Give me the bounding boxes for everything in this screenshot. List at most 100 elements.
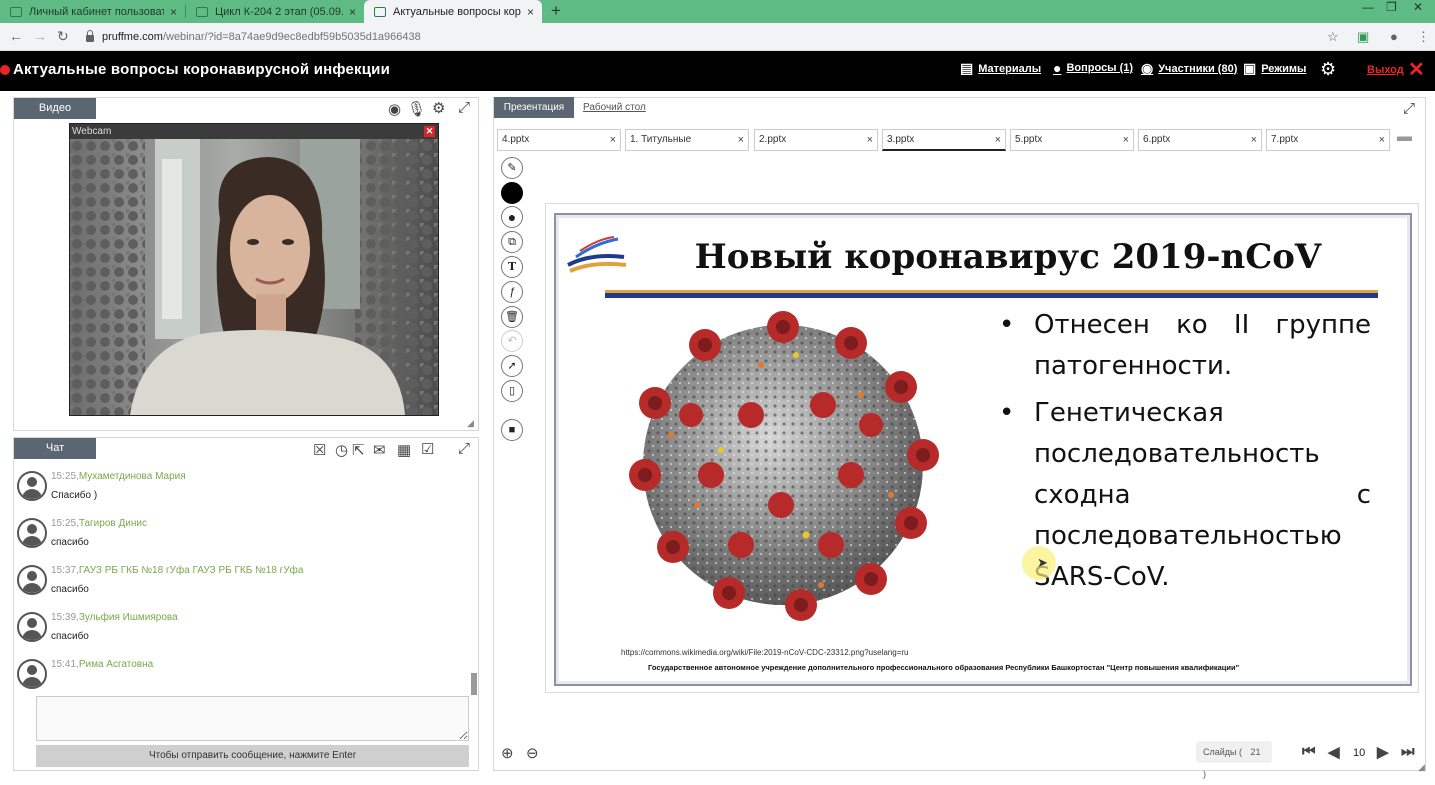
color-picker-button[interactable]	[501, 182, 523, 204]
message-author[interactable]: Рима Асгатовна	[79, 659, 153, 670]
modes-link[interactable]: ▣ Режимы	[1243, 60, 1306, 77]
video-tab[interactable]: Видео	[14, 98, 96, 119]
text-tool-icon[interactable]: T	[501, 256, 523, 278]
reload-icon[interactable]: ↻	[57, 28, 69, 45]
restore-button[interactable]: ❐	[1386, 0, 1397, 14]
file-tab-label: 6.pptx	[1143, 134, 1171, 145]
brush-size-icon[interactable]: ●	[501, 206, 523, 228]
questions-link[interactable]: ● Вопросы (1)	[1053, 60, 1133, 76]
settings-gear-icon[interactable]: ⚙	[1320, 59, 1336, 80]
message-author[interactable]: Зульфия Ишмиярова	[79, 612, 178, 623]
close-icon[interactable]: ×	[1379, 130, 1385, 150]
url-path: /webinar/?id=8a74ae9d9ec8edbf59b5035d1a9…	[162, 31, 421, 43]
mail-icon[interactable]: ✉	[373, 441, 386, 459]
browser-tab-bar: Личный кабинет пользователя × Цикл К-204…	[0, 0, 1435, 23]
zoom-in-icon[interactable]: ⊕	[501, 744, 514, 762]
avatar-icon	[17, 612, 47, 642]
minimize-button[interactable]: —	[1362, 0, 1374, 14]
file-tab[interactable]: 6.pptx ×	[1138, 129, 1262, 151]
close-icon[interactable]: ×	[610, 130, 616, 150]
resize-handle-icon[interactable]: ◢	[467, 418, 474, 429]
presenter-video-picture	[70, 139, 438, 415]
prev-slide-icon[interactable]: ◀	[1328, 743, 1340, 761]
close-icon[interactable]: ×	[867, 130, 873, 150]
file-tab[interactable]: 1. Титульные ×	[625, 129, 749, 151]
chat-message-list: 15:25,Мухаметдинова Мария Спасибо ) 15:2…	[17, 467, 467, 702]
participants-link[interactable]: ◉ Участники (80)	[1141, 60, 1237, 77]
message-author[interactable]: Тагиров Динис	[79, 518, 147, 529]
expand-icon[interactable]: ⤢	[458, 440, 470, 457]
webcam-close-button[interactable]: ✕	[424, 126, 435, 137]
exit-close-icon[interactable]: ✕	[1408, 57, 1425, 82]
webcam-icon[interactable]: ◉	[388, 100, 401, 118]
window-close-button[interactable]: ✕	[1413, 0, 1423, 14]
close-icon[interactable]: ×	[1123, 130, 1129, 150]
pointer-icon[interactable]: ➚	[501, 355, 523, 377]
expand-icon[interactable]: ⤢	[458, 99, 470, 116]
slides-label: Слайды (	[1203, 747, 1243, 757]
close-icon[interactable]: ×	[170, 5, 177, 19]
browser-menu-icon[interactable]: ⋮	[1417, 29, 1430, 45]
account-icon[interactable]: ●	[1390, 29, 1398, 44]
close-icon[interactable]: ×	[1251, 130, 1257, 150]
chat-tab[interactable]: Чат	[14, 438, 96, 459]
file-tab[interactable]: 5.pptx ×	[1010, 129, 1134, 151]
last-slide-icon[interactable]: ⏭	[1401, 743, 1415, 760]
forward-arrow-icon[interactable]: →	[33, 28, 47, 44]
clear-chat-icon[interactable]: ☒	[313, 441, 326, 459]
browser-tab-cabinet[interactable]: Личный кабинет пользователя ×	[0, 0, 185, 23]
message-author[interactable]: ГАУЗ РБ ГКБ №18 гУфа ГАУЗ РБ ГКБ №18 гУф…	[79, 565, 304, 576]
chat-message-input[interactable]	[36, 696, 469, 741]
materials-link[interactable]: ▤ Материалы	[960, 60, 1041, 77]
file-tab-label: 7.pptx	[1271, 134, 1299, 145]
browser-tab-cycle[interactable]: Цикл К-204 2 этап (05.09.2019-0 ×	[186, 0, 364, 23]
excel-icon[interactable]: ▦	[397, 441, 411, 459]
message-time: 15:41,	[51, 659, 79, 670]
slide-bullets: Отнесен ко II группе патогенности. Генет…	[999, 305, 1371, 598]
video-camera-icon[interactable]: ■	[501, 419, 523, 441]
star-icon[interactable]: ☆	[1327, 29, 1339, 45]
page-icon[interactable]: ▯	[501, 380, 523, 402]
shapes-icon[interactable]: ⧉	[501, 231, 523, 253]
formula-icon[interactable]: ƒ	[501, 281, 523, 303]
undo-icon[interactable]: ↶	[501, 330, 523, 352]
record-indicator-icon	[0, 65, 10, 75]
next-slide-icon[interactable]: ▶	[1377, 743, 1389, 761]
message-author[interactable]: Мухаметдинова Мария	[79, 471, 186, 482]
trash-icon[interactable]: 🗑	[501, 306, 523, 328]
tab-presentation[interactable]: Презентация	[494, 97, 574, 118]
zoom-out-icon[interactable]: ⊖	[526, 744, 539, 762]
file-tab-active[interactable]: 3.pptx ×	[882, 129, 1006, 151]
file-tab[interactable]: 7.pptx ×	[1266, 129, 1390, 151]
chat-message: 15:39,Зульфия Ишмиярова спасибо	[17, 608, 467, 655]
tab-desktop[interactable]: Рабочий стол	[583, 102, 646, 113]
close-icon[interactable]: ×	[995, 130, 1001, 150]
microphone-icon[interactable]: 🎙	[407, 100, 426, 118]
back-arrow-icon[interactable]: ←	[9, 28, 23, 44]
checklist-icon[interactable]: ☑	[421, 440, 434, 458]
clock-icon[interactable]: ◷	[335, 441, 348, 459]
gear-icon[interactable]: ⚙	[432, 99, 445, 117]
extension-icon[interactable]: ▣	[1357, 29, 1369, 45]
close-icon[interactable]: ×	[738, 130, 744, 150]
browser-tab-webinar[interactable]: Актуальные вопросы коронави ×	[364, 0, 542, 23]
file-tab[interactable]: 4.pptx ×	[497, 129, 621, 151]
exit-link[interactable]: Выход	[1367, 64, 1404, 76]
expand-icon[interactable]: ⤢	[1403, 100, 1415, 117]
close-icon[interactable]: ×	[527, 5, 534, 19]
first-slide-icon[interactable]: ⏮	[1302, 743, 1316, 760]
folder-icon[interactable]: ▬	[1397, 128, 1412, 145]
new-tab-button[interactable]: +	[551, 1, 561, 21]
url-field[interactable]: pruffme.com /webinar/?id=8a74ae9d9ec8edb…	[80, 27, 1350, 47]
pen-tool-icon[interactable]: ✎	[501, 157, 523, 179]
current-slide-number[interactable]: 10	[1353, 747, 1365, 759]
send-hint-bar[interactable]: Чтобы отправить сообщение, нажмите Enter	[36, 745, 469, 767]
slide-source-link: https://commons.wikimedia.org/wiki/File:…	[621, 648, 909, 657]
file-tab[interactable]: 2.pptx ×	[754, 129, 878, 151]
close-icon[interactable]: ×	[349, 5, 356, 19]
resize-handle-icon[interactable]: ◢	[1418, 762, 1425, 773]
chat-scrollbar[interactable]	[471, 673, 477, 695]
message-text: спасибо	[51, 537, 89, 548]
message-time: 15:25,	[51, 471, 79, 482]
export-icon[interactable]: ⇱	[352, 441, 365, 459]
